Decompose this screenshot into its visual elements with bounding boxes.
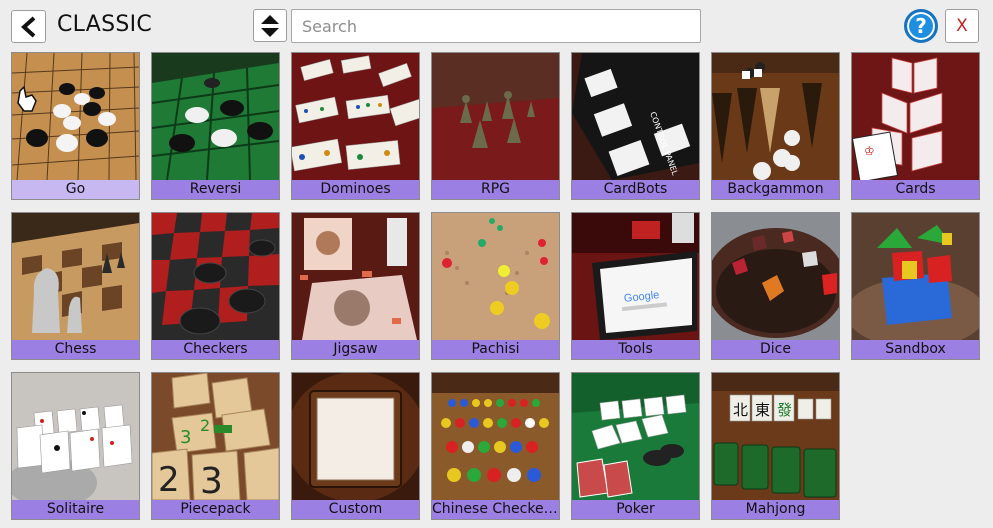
tile-label: Cards (852, 180, 979, 199)
back-button[interactable] (11, 10, 46, 43)
custom-thumbnail (292, 373, 419, 500)
dominoes-thumbnail (292, 53, 419, 180)
game-tile-backgammon[interactable]: Backgammon (711, 52, 840, 200)
pachisi-thumbnail (432, 213, 559, 340)
help-circle-icon: ? (915, 14, 927, 38)
game-tile-poker[interactable]: Poker (571, 372, 700, 520)
tile-label: Jigsaw (292, 340, 419, 359)
game-tile-reversi[interactable]: Reversi (151, 52, 280, 200)
tile-label: RPG (432, 180, 559, 199)
header-bar: CLASSIC ? X (0, 0, 993, 52)
checkers-thumbnail (152, 213, 279, 340)
piecepack-num-2: 3 (180, 427, 191, 448)
dice-thumbnail (712, 213, 839, 340)
mahjong-tile-green: 發 (777, 401, 792, 419)
backgammon-thumbnail (712, 53, 839, 180)
tile-label: Go (12, 180, 139, 199)
chevron-left-icon (20, 16, 35, 37)
solitaire-thumbnail (12, 373, 139, 500)
help-button[interactable]: ? (904, 9, 938, 43)
cards-thumbnail: ♔ (852, 53, 979, 180)
game-tile-chess[interactable]: Chess (11, 212, 140, 360)
svg-text:♔: ♔ (864, 144, 875, 158)
sandbox-thumbnail (852, 213, 979, 340)
tile-label: Chinese Checker... (432, 500, 559, 519)
mahjong-tile-east: 東 (755, 401, 770, 419)
game-tile-jigsaw[interactable]: Jigsaw (291, 212, 420, 360)
tile-label: Pachisi (432, 340, 559, 359)
poker-thumbnail (572, 373, 699, 500)
tile-label: Mahjong (712, 500, 839, 519)
piecepack-num-3: 2 (158, 460, 180, 500)
tile-label: CardBots (572, 180, 699, 199)
game-tile-tools[interactable]: Google Tools (571, 212, 700, 360)
tile-label: Tools (572, 340, 699, 359)
piecepack-thumbnail: 2 3 2 3 (152, 373, 279, 500)
game-tile-mahjong[interactable]: 北 東 發 Mahjong (711, 372, 840, 520)
tile-label: Sandbox (852, 340, 979, 359)
tile-label: Backgammon (712, 180, 839, 199)
game-tile-chinese-checkers[interactable]: Chinese Checker... (431, 372, 560, 520)
tile-label: Reversi (152, 180, 279, 199)
page-title: CLASSIC (57, 12, 153, 37)
tile-label: Dice (712, 340, 839, 359)
game-tile-rpg[interactable]: RPG (431, 52, 560, 200)
cardbots-thumbnail: CONTROL PANEL (572, 53, 699, 180)
game-grid: Go Reversi Dominoes RPG CONTROL PANEL Ca… (11, 52, 980, 520)
rpg-thumbnail (432, 53, 559, 180)
game-tile-cards[interactable]: ♔ Cards (851, 52, 980, 200)
tile-label: Custom (292, 500, 419, 519)
tools-thumbnail: Google (572, 213, 699, 340)
search-input[interactable] (291, 9, 701, 43)
game-tile-solitaire[interactable]: Solitaire (11, 372, 140, 520)
chess-thumbnail (12, 213, 139, 340)
game-tile-cardbots[interactable]: CONTROL PANEL CardBots (571, 52, 700, 200)
game-tile-go[interactable]: Go (11, 52, 140, 200)
reversi-thumbnail (152, 53, 279, 180)
close-button[interactable]: X (945, 9, 979, 43)
chinese-checkers-thumbnail (432, 373, 559, 500)
tile-label: Piecepack (152, 500, 279, 519)
sort-updown-icon (261, 14, 279, 37)
tile-label: Checkers (152, 340, 279, 359)
mahjong-thumbnail: 北 東 發 (712, 373, 839, 500)
game-tile-dominoes[interactable]: Dominoes (291, 52, 420, 200)
game-tile-sandbox[interactable]: Sandbox (851, 212, 980, 360)
go-thumbnail (12, 53, 139, 180)
piecepack-num-1: 2 (200, 416, 210, 435)
tile-label: Chess (12, 340, 139, 359)
sort-button[interactable] (253, 9, 287, 42)
game-tile-piecepack[interactable]: 2 3 2 3 Piecepack (151, 372, 280, 520)
game-tile-custom[interactable]: Custom (291, 372, 420, 520)
game-tile-dice[interactable]: Dice (711, 212, 840, 360)
mahjong-tile-north: 北 (733, 401, 748, 419)
piecepack-num-4: 3 (200, 461, 223, 500)
tile-label: Dominoes (292, 180, 419, 199)
jigsaw-thumbnail (292, 213, 419, 340)
game-tile-checkers[interactable]: Checkers (151, 212, 280, 360)
tile-label: Solitaire (12, 500, 139, 519)
tile-label: Poker (572, 500, 699, 519)
game-tile-pachisi[interactable]: Pachisi (431, 212, 560, 360)
